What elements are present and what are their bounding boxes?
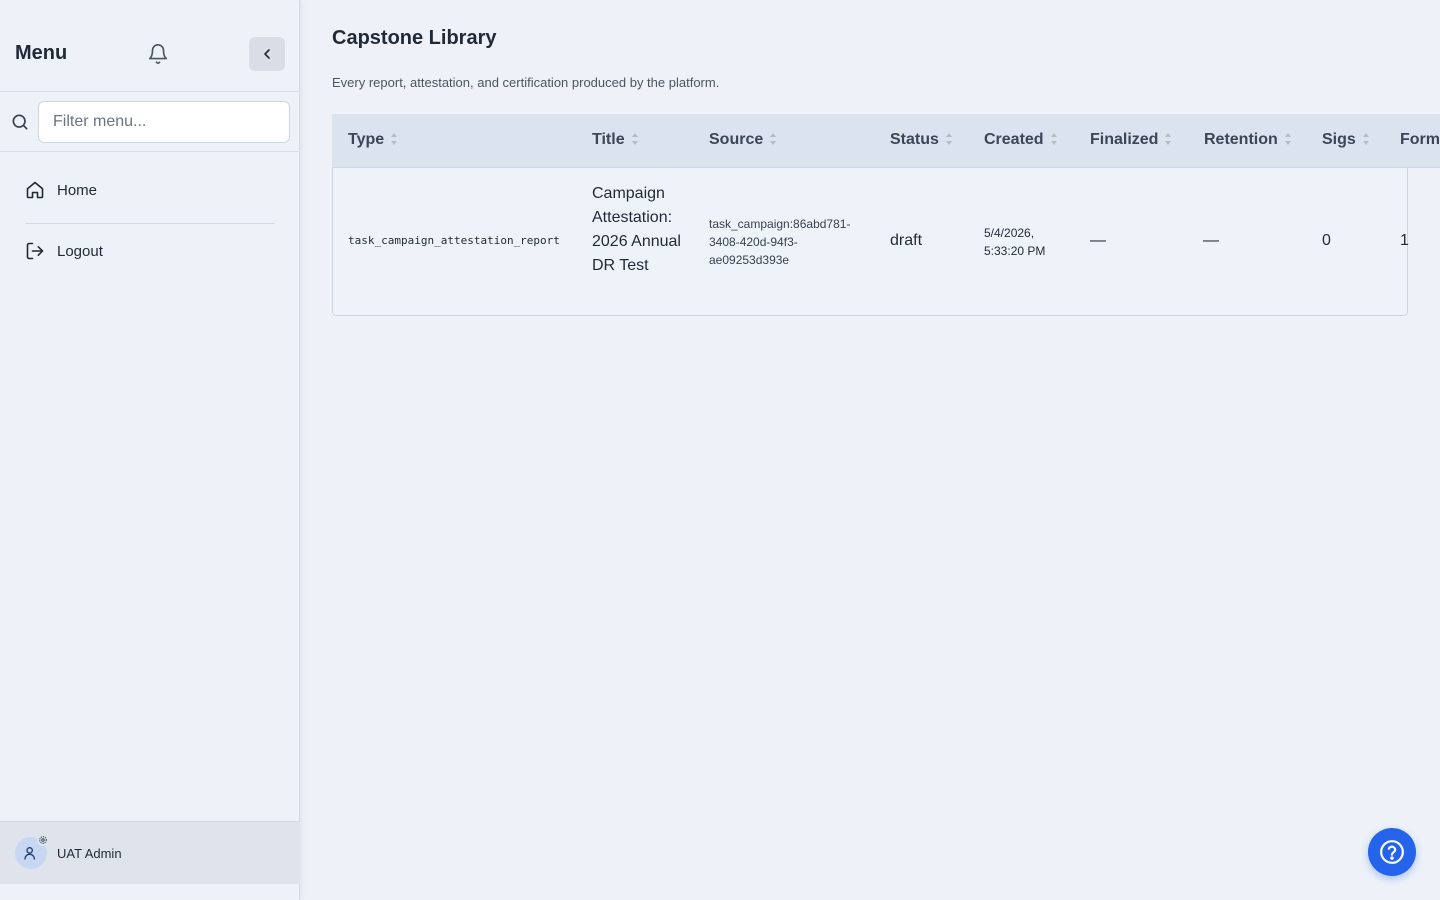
- settings-badge-icon: [37, 834, 49, 846]
- sidebar: Menu Filter menu... Home Logout UAT Admi…: [0, 0, 300, 900]
- sort-icon: [945, 133, 952, 145]
- sidebar-search: [0, 92, 300, 152]
- cell-created: 5/4/2026, 5:33:20 PM: [984, 226, 1046, 258]
- column-header-created[interactable]: Created: [984, 131, 1058, 149]
- column-header-title[interactable]: Title: [592, 131, 639, 149]
- column-header-retention[interactable]: Retention: [1204, 131, 1292, 149]
- cell-source: task_campaign:86abd781- 3408-420d-94f3- …: [709, 217, 851, 267]
- sidebar-header: Menu: [0, 0, 300, 92]
- cell-status: draft: [890, 232, 923, 249]
- filter-menu-input[interactable]: [38, 101, 290, 143]
- user-name: UAT Admin: [57, 846, 122, 861]
- cell-retention: —: [1203, 232, 1219, 249]
- bell-icon[interactable]: [147, 43, 169, 65]
- sort-icon: [631, 133, 638, 145]
- user-icon: [24, 847, 35, 860]
- table-header-row: Type Title Source Status Created Finaliz…: [332, 114, 1440, 168]
- cell-finalized: —: [1090, 232, 1106, 249]
- help-button[interactable]: [1368, 828, 1416, 876]
- chevron-left-icon: [264, 49, 270, 59]
- search-icon: [10, 112, 30, 132]
- sidebar-item-label: Home: [57, 181, 98, 199]
- sort-icon: [391, 133, 398, 145]
- nav-divider: [25, 223, 275, 224]
- column-header-finalized[interactable]: Finalized: [1090, 131, 1172, 149]
- page-title: Capstone Library: [332, 27, 497, 49]
- column-header-sigs[interactable]: Sigs: [1322, 131, 1370, 149]
- column-header-status[interactable]: Status: [890, 131, 953, 149]
- cell-format: 1: [1400, 232, 1409, 249]
- sidebar-item-home[interactable]: Home: [24, 170, 276, 210]
- sort-icon: [1284, 133, 1291, 145]
- page-subtitle: Every report, attestation, and certifica…: [332, 75, 720, 90]
- sort-icon: [1165, 133, 1172, 145]
- column-header-source[interactable]: Source: [709, 131, 777, 149]
- home-icon: [24, 179, 46, 201]
- column-header-type[interactable]: Type: [348, 131, 398, 149]
- sort-icon: [1362, 133, 1369, 145]
- cell-title: Campaign Attestation: 2026 Annual DR Tes…: [592, 185, 681, 274]
- sort-icon: [770, 133, 777, 145]
- collapse-sidebar-button[interactable]: [249, 37, 285, 71]
- sidebar-item-label: Logout: [57, 242, 103, 260]
- cell-type: task_campaign_attestation_report: [348, 234, 560, 247]
- help-icon: [1380, 840, 1404, 864]
- logout-icon: [24, 240, 46, 262]
- sidebar-title: Menu: [15, 42, 68, 64]
- sidebar-item-logout[interactable]: Logout: [24, 231, 276, 271]
- sort-icon: [1050, 133, 1057, 145]
- cell-sigs: 0: [1322, 232, 1331, 249]
- avatar[interactable]: [15, 834, 49, 869]
- column-header-format[interactable]: Form: [1400, 131, 1440, 149]
- app-root: Menu Filter menu... Home Logout UAT Admi…: [0, 0, 1440, 900]
- library-table: Type Title Source Status Created Finaliz…: [332, 114, 1440, 316]
- sidebar-footer: UAT Admin: [0, 821, 300, 884]
